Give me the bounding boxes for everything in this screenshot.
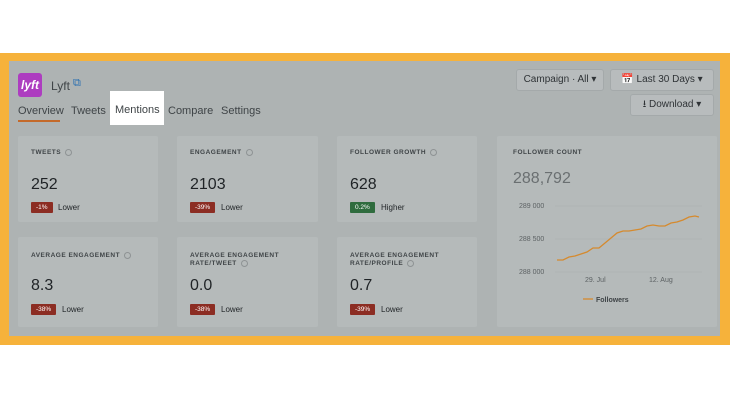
- metric-label: AVERAGE ENGAGEMENT RATE/TWEET: [190, 252, 280, 268]
- metric-value: 628: [350, 176, 377, 193]
- dashboard: lyft Lyft ⧉ Campaign · All ▾ 📅 Last 30 D…: [9, 61, 720, 336]
- metric-label: TWEETS: [31, 149, 73, 157]
- metric-label: AVERAGE ENGAGEMENT RATE/PROFILE: [350, 252, 440, 268]
- metric-card-avg-engagement-rate-tweet: AVERAGE ENGAGEMENT RATE/TWEET 0.0 -38% L…: [177, 237, 318, 327]
- follower-chart: 289 000 288 500 288 000 29. Jul 12. Aug …: [519, 203, 702, 304]
- metric-card-engagement: ENGAGEMENT 2103 -39% Lower: [177, 136, 318, 222]
- tab-overview[interactable]: Overview: [18, 105, 64, 117]
- tab-compare[interactable]: Compare: [168, 105, 213, 117]
- metric-label: ENGAGEMENT: [190, 149, 253, 157]
- y-tick-label: 288 500: [519, 236, 544, 243]
- info-icon[interactable]: [430, 149, 438, 156]
- metric-card-follower-growth: FOLLOWER GROWTH 628 0.2% Higher: [337, 136, 477, 222]
- trend-text: Lower: [58, 203, 80, 212]
- tab-settings[interactable]: Settings: [221, 105, 261, 117]
- legend-label[interactable]: Followers: [596, 297, 629, 304]
- change-badge: -38%: [190, 304, 216, 315]
- y-tick-label: 289 000: [519, 203, 544, 210]
- trend-text: Lower: [221, 305, 243, 314]
- x-tick-label: 29. Jul: [585, 277, 606, 284]
- y-tick-label: 288 000: [519, 269, 544, 276]
- change-badge: -38%: [31, 304, 57, 315]
- metric-card-tweets: TWEETS 252 -1% Lower: [18, 136, 158, 222]
- followers-line: [557, 215, 700, 261]
- metric-value: 0.0: [190, 277, 213, 294]
- download-icon: ⭳: [642, 99, 647, 110]
- tab-tweets[interactable]: Tweets: [71, 105, 106, 117]
- caret-down-icon: ▾: [696, 99, 702, 110]
- metric-card-avg-engagement-rate-profile: AVERAGE ENGAGEMENT RATE/PROFILE 0.7 -39%…: [337, 237, 477, 327]
- metric-label: FOLLOWER GROWTH: [350, 149, 438, 157]
- caret-down-icon: ▾: [591, 74, 597, 85]
- follower-count-card: FOLLOWER COUNT 288,792 289 000 288 500 2…: [497, 136, 717, 327]
- info-icon[interactable]: [245, 149, 253, 156]
- metric-value: 2103: [190, 176, 226, 193]
- change-badge: 0.2%: [350, 202, 375, 213]
- campaign-dropdown[interactable]: Campaign · All ▾: [516, 69, 604, 91]
- change-badge: -1%: [31, 202, 53, 213]
- change-badge: -39%: [190, 202, 216, 213]
- external-link-icon[interactable]: ⧉: [73, 77, 81, 90]
- change-badge: -39%: [350, 304, 376, 315]
- brand-name: Lyft: [51, 79, 70, 93]
- active-tab-underline: [18, 120, 60, 122]
- date-range-dropdown[interactable]: 📅 Last 30 Days ▾: [610, 69, 714, 91]
- trend-text: Higher: [381, 203, 405, 212]
- calendar-icon: 📅: [621, 74, 634, 85]
- lyft-logo: lyft: [18, 73, 42, 97]
- caret-down-icon: ▾: [697, 74, 703, 85]
- metric-value: 252: [31, 176, 58, 193]
- tab-mentions[interactable]: Mentions: [110, 91, 164, 125]
- download-button[interactable]: ⭳ Download ▾: [630, 94, 714, 116]
- tab-mentions-label: Mentions: [115, 104, 160, 116]
- metric-label: AVERAGE ENGAGEMENT: [31, 252, 132, 260]
- trend-text: Lower: [381, 305, 403, 314]
- metric-card-average-engagement: AVERAGE ENGAGEMENT 8.3 -38% Lower: [18, 237, 158, 327]
- metric-value: 8.3: [31, 277, 54, 294]
- trend-text: Lower: [221, 203, 243, 212]
- info-icon[interactable]: [240, 260, 248, 267]
- info-icon[interactable]: [124, 252, 132, 259]
- info-icon[interactable]: [65, 149, 73, 156]
- x-tick-label: 12. Aug: [649, 277, 673, 284]
- info-icon[interactable]: [407, 260, 415, 267]
- metric-value: 0.7: [350, 277, 373, 294]
- trend-text: Lower: [62, 305, 84, 314]
